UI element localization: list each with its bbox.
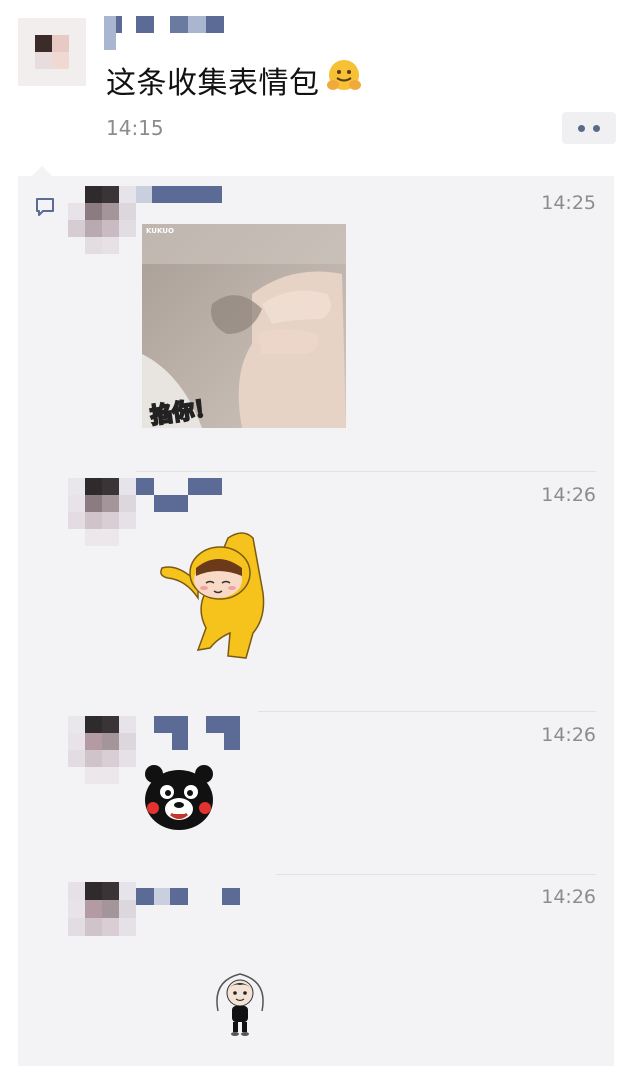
- comment-time: 14:26: [541, 886, 596, 908]
- more-dot-icon: [578, 124, 585, 132]
- hugging-face-emoji-icon: [326, 58, 362, 102]
- post-text: 这条收集表情包: [106, 58, 362, 102]
- comment-divider: [258, 711, 596, 712]
- comment-time: 14:25: [541, 192, 596, 214]
- more-options-button[interactable]: [562, 112, 616, 144]
- comment-divider: [276, 874, 596, 875]
- kumamon-bear-sticker[interactable]: [140, 764, 218, 832]
- post-time: 14:15: [106, 116, 164, 140]
- more-dot-icon: [593, 124, 600, 132]
- comment-time: 14:26: [541, 484, 596, 506]
- commenter-name[interactable]: [154, 716, 242, 750]
- commenter-name[interactable]: [136, 888, 240, 905]
- sticker-watermark: KUKUO: [146, 227, 174, 235]
- comments-section: 14:25 KUKUO 掐你！ 14:26 14:26 14:26: [18, 166, 614, 1066]
- commenter-avatar[interactable]: [68, 716, 136, 784]
- commenter-avatar[interactable]: [68, 478, 136, 546]
- post-text-content: 这条收集表情包: [106, 66, 320, 101]
- author-avatar[interactable]: [18, 18, 86, 86]
- comment-divider: [136, 471, 596, 472]
- commenter-avatar[interactable]: [68, 882, 136, 938]
- commenter-name[interactable]: [136, 478, 224, 512]
- yellow-costume-dancing-sticker[interactable]: [158, 528, 278, 664]
- comment-bubble-icon: [34, 196, 56, 222]
- commenter-name[interactable]: [136, 186, 222, 203]
- author-name[interactable]: [104, 16, 224, 50]
- commenter-avatar[interactable]: [68, 186, 136, 254]
- moments-post: 这条收集表情包 14:15 14:25 KUKUO 掐你！ 14:26 14:2…: [0, 0, 640, 1073]
- pinch-hand-sticker[interactable]: KUKUO 掐你！: [142, 224, 346, 428]
- comment-time: 14:26: [541, 724, 596, 746]
- baby-skipping-rope-sticker[interactable]: [210, 971, 270, 1041]
